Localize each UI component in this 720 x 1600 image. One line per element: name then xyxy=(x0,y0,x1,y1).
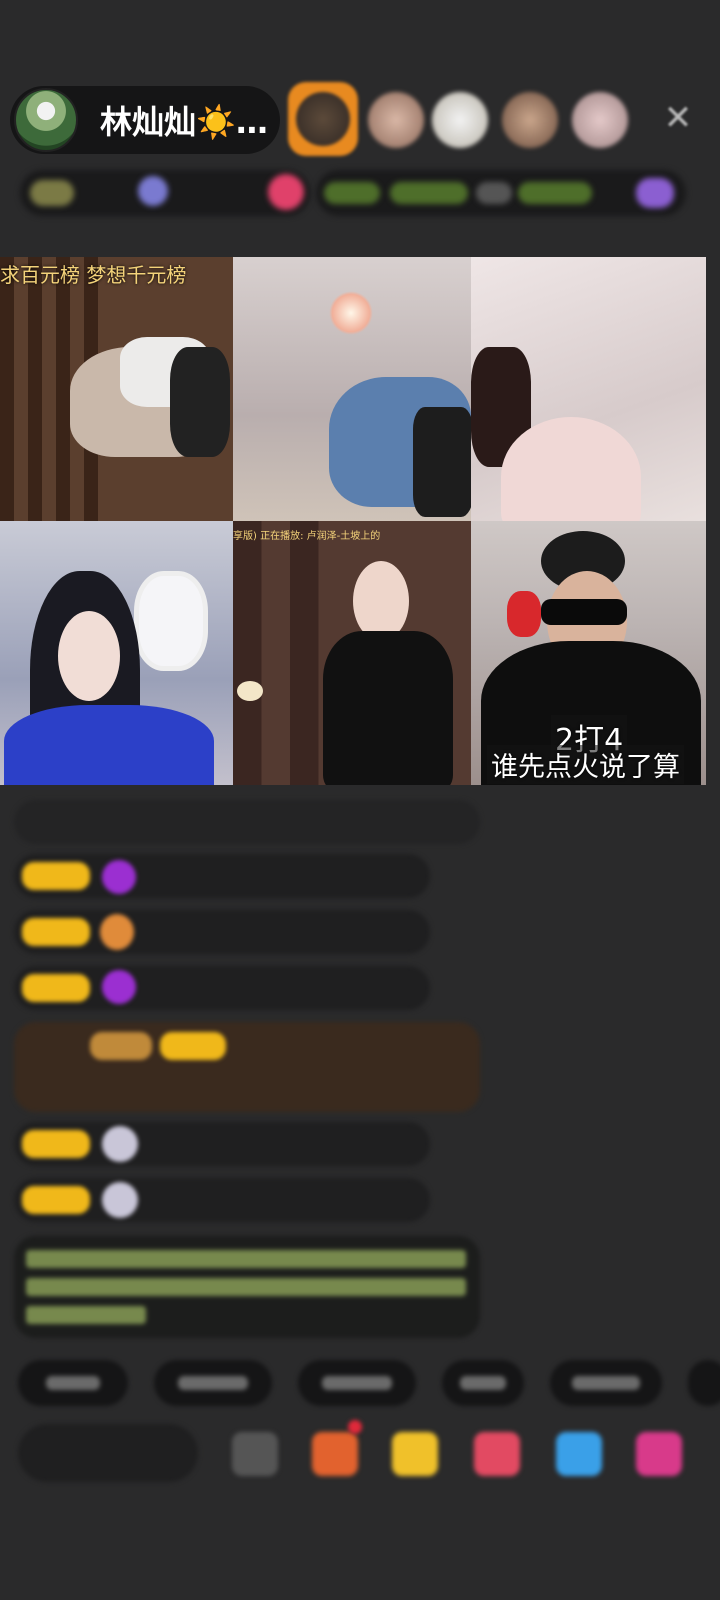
video-tile-2[interactable] xyxy=(233,257,471,521)
lamp-glow xyxy=(329,291,373,335)
host-avatar[interactable] xyxy=(14,88,78,152)
guest-figure xyxy=(413,407,471,517)
tag-4[interactable] xyxy=(518,182,592,204)
notification-dot xyxy=(348,1420,362,1434)
quick-reply-2[interactable] xyxy=(154,1360,272,1406)
quick-reply-4[interactable] xyxy=(442,1360,524,1406)
top-viewer-avatar-4[interactable] xyxy=(502,92,558,148)
quick-reply-6[interactable] xyxy=(688,1360,720,1406)
table-lamp xyxy=(237,681,263,701)
multi-guest-video-grid: 求百元榜 梦想千元榜 享版) 正在播放: 卢润泽-土坡上的 2打4 谁先点火说了… xyxy=(0,257,706,785)
top-viewer-avatar-2[interactable] xyxy=(368,92,424,148)
pk-icon[interactable] xyxy=(636,178,674,208)
fan-badge xyxy=(22,1186,90,1214)
user-avatar xyxy=(102,1126,138,1162)
announcement-line xyxy=(26,1278,466,1296)
gift-box-icon[interactable] xyxy=(392,1432,438,1476)
video-tile-6[interactable]: 2打4 谁先点火说了算 xyxy=(471,521,706,785)
top-viewer-avatar-3[interactable] xyxy=(432,92,488,148)
fan-badge xyxy=(160,1032,226,1060)
pk-overlay-line2: 谁先点火说了算 xyxy=(487,745,684,784)
tag-2[interactable] xyxy=(390,182,468,204)
shop-icon[interactable] xyxy=(312,1432,358,1476)
vip-badge xyxy=(90,1032,152,1060)
chat-input[interactable] xyxy=(18,1424,198,1482)
guest-hair xyxy=(170,347,230,457)
gift-icon[interactable] xyxy=(268,174,304,210)
guest-outfit xyxy=(4,705,214,785)
game-icon[interactable] xyxy=(556,1432,602,1476)
guest-face xyxy=(353,561,409,641)
host-info-pill[interactable]: 林灿灿☀️… xyxy=(10,86,280,154)
fan-badge xyxy=(22,918,90,946)
fan-badge xyxy=(22,862,90,890)
now-playing-caption: 享版) 正在播放: 卢润泽-土坡上的 xyxy=(233,531,381,542)
top-viewer-avatar-5[interactable] xyxy=(572,92,628,148)
quick-reply-1[interactable] xyxy=(18,1360,128,1406)
tag-1[interactable] xyxy=(324,182,380,204)
close-icon[interactable]: ✕ xyxy=(660,100,696,136)
announcement-line xyxy=(26,1306,146,1324)
guest-face xyxy=(58,611,120,701)
quick-reply-3[interactable] xyxy=(298,1360,416,1406)
plush-toy xyxy=(507,591,541,637)
video-tile-3[interactable] xyxy=(471,257,706,521)
top-viewer-avatar-1[interactable] xyxy=(288,82,358,156)
lucky-icon[interactable] xyxy=(474,1432,520,1476)
guest-figure xyxy=(501,417,641,521)
chat-highlight-message[interactable] xyxy=(14,1022,480,1112)
quick-reply-5[interactable] xyxy=(550,1360,662,1406)
emoji-icon[interactable] xyxy=(232,1432,278,1476)
video-tile-5[interactable]: 享版) 正在播放: 卢润泽-土坡上的 xyxy=(233,521,471,785)
chat-announcement[interactable] xyxy=(14,1236,480,1338)
user-avatar xyxy=(102,1182,138,1218)
rank-icon xyxy=(138,176,168,206)
tile-caption: 求百元榜 梦想千元榜 xyxy=(0,263,187,287)
chat-system-message[interactable] xyxy=(14,800,480,844)
level-badge xyxy=(30,180,74,206)
gem-icon xyxy=(102,860,136,894)
announcement-line xyxy=(26,1250,466,1268)
mirror xyxy=(134,571,208,671)
video-tile-1[interactable]: 求百元榜 梦想千元榜 xyxy=(0,257,233,521)
sunglasses xyxy=(541,599,627,625)
fan-badge xyxy=(22,1130,90,1158)
guest-outfit xyxy=(323,631,453,785)
host-name: 林灿灿☀️… xyxy=(100,103,268,141)
level-icon xyxy=(100,914,134,950)
fan-badge xyxy=(22,974,90,1002)
tag-3[interactable] xyxy=(476,182,512,204)
video-tile-4[interactable] xyxy=(0,521,233,785)
gem-icon xyxy=(102,970,136,1004)
more-gift-icon[interactable] xyxy=(636,1432,682,1476)
